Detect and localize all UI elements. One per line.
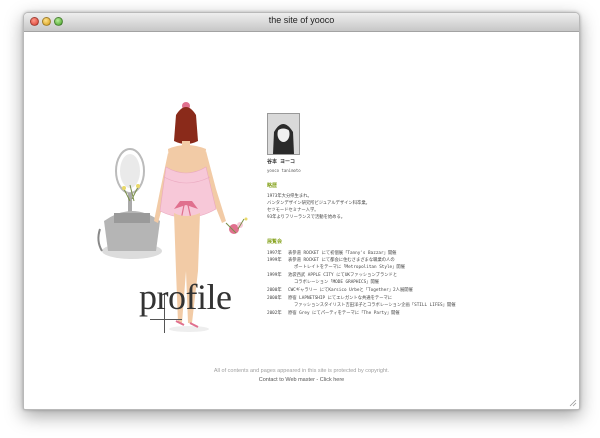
history-line: セツモードセミナー入学。 (267, 208, 319, 213)
person-romaji: yooco tanimoto (267, 168, 301, 173)
exhibition-year: 2000年 (267, 288, 282, 293)
exhibition-text: 原宿 Grey にてパーティをテーマに「The Party」開催 (288, 311, 400, 316)
exhibition-text: 表参道 ROCKET にて都会に住むさまざまな職業の人の (288, 258, 395, 263)
exhibition-text: 原宿 LAPNETSHIP にてエレガントな共通をテーマに (288, 296, 393, 301)
history-line: 1973年大分県生まれ。 (267, 194, 312, 199)
history-line: バンタンデザイン研究所ビジュアルデザイン科卒業。 (267, 201, 370, 206)
window-title: the site of yooco (268, 15, 335, 25)
exhibition-text: ポートレイトをテーマに「Metropolitan Style」開催 (294, 265, 406, 270)
exhibition-year: 1997年 (267, 251, 282, 256)
history-heading: 略歴 (267, 183, 278, 189)
avatar (267, 113, 300, 155)
exhibition-year: 1999年 (267, 273, 282, 278)
exhibition-year: 1999年 (267, 258, 282, 263)
exhibition-year: 2002年 (267, 311, 282, 316)
exhibition-text: コラボレーション「MODE GRAPHICS」開催 (294, 280, 380, 285)
person-name: 谷本 ヨーコ (267, 159, 296, 165)
history-line: 93年よりフリーランスで活動を始める。 (267, 215, 346, 220)
resize-grip-icon[interactable] (569, 399, 577, 407)
exhibition-text: 表参道 ROCKET にて初個展「Tanny's Bazzar」開催 (288, 251, 397, 256)
profile-heading: profile (139, 277, 232, 317)
exhibition-text: CWCギャラリー にてKarsico Urbeと「Together」2人展開催 (288, 288, 413, 293)
copyright-notice: All of contents and pages appeared in th… (213, 368, 390, 374)
browser-window: the site of yooco profile 谷本 ヨーコ yooco t… (23, 12, 580, 410)
exhibition-year: 2000年 (267, 296, 282, 301)
exhibition-text: ファッションスタイリスト吉田洋子とコラボレーション企画「STILL LIFES」… (294, 303, 456, 308)
exhibitions-heading: 展覧会 (267, 239, 283, 245)
contact-link[interactable]: Contact to Web master - Click here (24, 377, 579, 383)
decor-line-horizontal (150, 319, 182, 320)
title-bar[interactable]: the site of yooco (24, 13, 579, 32)
exhibition-text: 池袋西武 APPLE CITY にてUKファッションブランドと (288, 273, 398, 278)
